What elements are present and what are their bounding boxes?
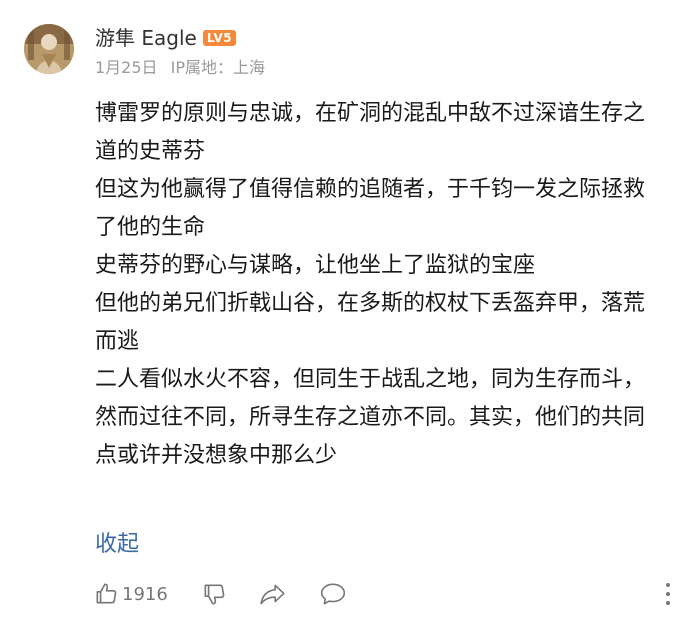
like-button[interactable]: 1916 (93, 581, 168, 607)
comment-content: 博雷罗的原则与忠诚，在矿洞的混乱中敌不过深谙生存之道的史蒂芬 但这为他赢得了值得… (95, 95, 655, 475)
comment-paragraph: 但这为他赢得了值得信赖的追随者，于千钧一发之际拯救了他的生命 (95, 177, 646, 240)
comment-paragraph: 但他的弟兄们折戟山谷，在多斯的权杖下丢盔弃甲，落荒而逃 (95, 291, 646, 354)
thumbs-down-icon (201, 581, 227, 607)
like-count: 1916 (122, 583, 168, 605)
comment-paragraph: 二人看似水火不容，但同生于战乱之地，同为生存而斗，然而过往不同，所寻生存之道亦不… (95, 367, 646, 468)
comment-icon (319, 581, 347, 607)
avatar-image (24, 24, 74, 74)
more-button[interactable] (664, 580, 672, 608)
comment-actions: 1916 (93, 578, 347, 610)
avatar[interactable] (24, 24, 74, 74)
share-icon (259, 581, 287, 607)
comment-meta: 1月25日 IP属地：上海 (95, 56, 273, 80)
dislike-button[interactable] (201, 581, 227, 607)
share-button[interactable] (259, 581, 287, 607)
more-vertical-icon (664, 583, 672, 612)
comment-date: 1月25日 (95, 58, 158, 77)
comment-paragraph: 史蒂芬的野心与谋略，让他坐上了监狱的宝座 (95, 253, 536, 278)
ip-location: IP属地：上海 (170, 58, 266, 77)
level-badge: LV5 (203, 30, 237, 46)
reply-button[interactable] (319, 581, 347, 607)
username[interactable]: 游隼 Eagle (95, 24, 197, 52)
thumbs-up-icon (93, 581, 119, 607)
collapse-link[interactable]: 收起 (95, 528, 139, 562)
comment-paragraph: 博雷罗的原则与忠诚，在矿洞的混乱中敌不过深谙生存之道的史蒂芬 (95, 101, 646, 164)
